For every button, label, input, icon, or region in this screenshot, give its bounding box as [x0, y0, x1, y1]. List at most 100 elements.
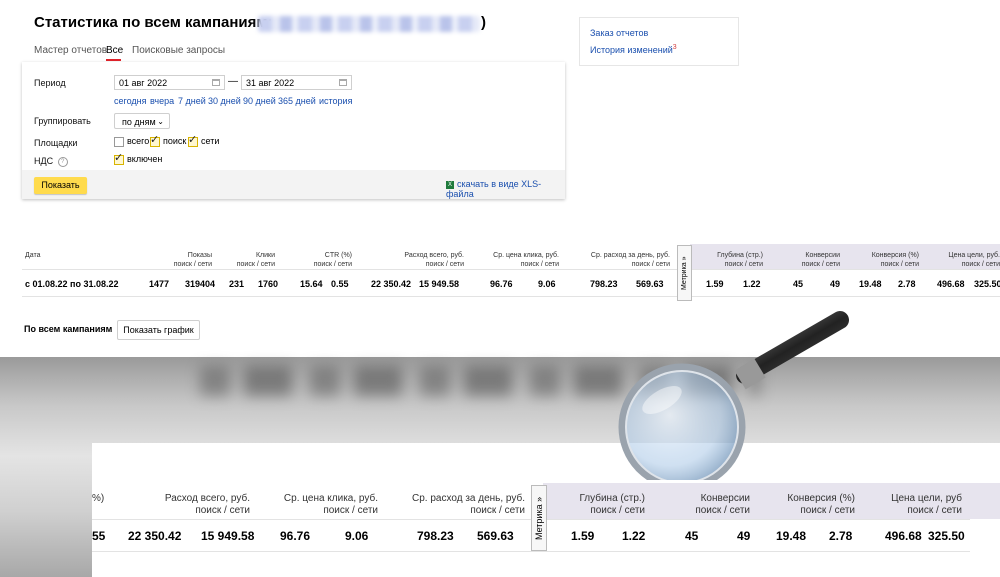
order-reports-link[interactable]: Заказ отчетов — [590, 28, 648, 38]
header-cpc-sub: поиск / сети — [520, 261, 559, 268]
header-clicks-title: Клики — [255, 252, 275, 259]
header-date[interactable]: Дата — [25, 251, 41, 260]
cell-daily-search: 798.23 — [590, 279, 618, 289]
show-chart-button[interactable]: Показать график — [117, 320, 200, 340]
zoom-cell-conv-search: 45 — [685, 529, 699, 543]
excel-icon: X — [446, 180, 454, 189]
quick-range-yesterday[interactable]: вчера — [150, 96, 174, 106]
cell-cpc-search: 96.76 — [490, 279, 513, 289]
tab-search-queries[interactable]: Поисковые запросы — [132, 45, 225, 56]
magnifier-icon — [618, 311, 849, 480]
header-shows-sub: поиск / сети — [173, 261, 212, 268]
nds-value-label: включен — [127, 154, 163, 164]
place-networks-checkbox[interactable]: сети — [188, 133, 220, 147]
zoom-header-daily-title: Ср. расход за день, руб. — [412, 493, 525, 504]
zoom-header-conv-rate: Конверсия (%) поиск / сети — [778, 493, 855, 517]
checkbox-icon — [114, 136, 124, 147]
zoom-header-depth-sub: поиск / сети — [590, 505, 645, 516]
date-from-input[interactable]: 01 авг 2022 — [114, 75, 225, 90]
zoom-header-depth-title: Глубина (стр.) — [579, 493, 645, 504]
date-from-value: 01 авг 2022 — [119, 78, 168, 88]
header-depth[interactable]: Глубина (стр.) поиск / сети — [702, 251, 763, 269]
date-to-input[interactable]: 31 авг 2022 — [241, 75, 352, 90]
download-xls-link[interactable]: Xскачать в виде XLS-файла — [446, 179, 565, 199]
active-tab-indicator — [106, 59, 121, 61]
header-daily-sub: поиск / сети — [631, 261, 670, 268]
tab-all[interactable]: Все — [106, 45, 123, 56]
cell-depth-networks: 1.22 — [743, 279, 761, 289]
stats-table: Дата Показы поиск / сети Клики поиск / сет… — [22, 244, 1000, 301]
cell-clicks-networks: 1760 — [258, 279, 279, 289]
zoom-header-conv-sub: поиск / сети — [695, 505, 750, 516]
zoom-cell-cpc-networks: 9.06 — [345, 529, 369, 543]
header-conv-title: Конверсии — [805, 252, 840, 259]
nds-label: НДС ? — [34, 156, 68, 167]
zoom-header-goal-cost: Цена цели, руб поиск / сети — [882, 493, 962, 517]
chevron-down-icon: ⌄ — [157, 117, 164, 126]
cell-conv-networks: 49 — [830, 279, 841, 289]
tab-report-master[interactable]: Мастер отчетов — [34, 45, 107, 56]
quick-range-30-days[interactable]: 30 дней — [208, 96, 241, 106]
cell-depth-search: 1.59 — [706, 279, 724, 289]
change-history-link[interactable]: История изменений3 — [590, 44, 677, 55]
header-conversions[interactable]: Конверсии поиск / сети — [784, 251, 840, 269]
quick-range-90-days[interactable]: 90 дней — [243, 96, 276, 106]
header-clicks[interactable]: Клики поиск / сети — [232, 251, 275, 269]
header-conversion-rate[interactable]: Конверсия (%) поиск / сети — [858, 251, 919, 269]
group-by-select[interactable]: по дням ⌄ — [114, 113, 170, 129]
header-cpc-title: Ср. цена клика, руб. — [493, 252, 559, 259]
header-cpc[interactable]: Ср. цена клика, руб. поиск / сети — [477, 251, 559, 269]
header-daily-title: Ср. расход за день, руб. — [590, 252, 670, 259]
cell-spend-search: 22 350.42 — [371, 279, 412, 289]
title-paren: ) — [481, 14, 486, 31]
metrika-toggle[interactable]: Метрика » — [677, 245, 692, 301]
show-button[interactable]: Показать — [34, 177, 87, 194]
side-panel: Заказ отчетов История изменений3 — [579, 17, 739, 66]
page-title: Статистика по всем кампаниям: — [34, 14, 273, 31]
zoom-cell-depth-search: 1.59 — [571, 529, 595, 543]
zoom-header-daily: Ср. расход за день, руб. поиск / сети — [403, 493, 525, 517]
place-networks-label: сети — [201, 136, 220, 146]
header-spend[interactable]: Расход всего, руб. поиск / сети — [382, 251, 464, 269]
cell-clicks-search: 231 — [229, 279, 245, 289]
cell-ctr-search: 15.64 — [300, 279, 323, 289]
cell-shows-search: 1477 — [149, 279, 170, 289]
zoom-metrika-toggle: Метрика » — [531, 485, 547, 551]
date-to-value: 31 авг 2022 — [246, 78, 295, 88]
calendar-icon[interactable] — [212, 79, 220, 86]
zoom-header-conv: Конверсии поиск / сети — [678, 493, 750, 517]
header-shows[interactable]: Показы поиск / сети — [172, 251, 212, 269]
zoom-cell-daily-networks: 569.63 — [477, 529, 514, 543]
place-all-checkbox[interactable]: всего — [114, 136, 149, 147]
quick-range-today[interactable]: сегодня — [114, 96, 147, 106]
help-icon[interactable]: ? — [57, 156, 68, 167]
filter-form: Период 01 авг 2022 — 31 авг 2022 сегодня… — [22, 62, 565, 199]
place-search-checkbox[interactable]: поиск — [150, 133, 187, 147]
zoom-header-spend-title: Расход всего, руб. — [164, 493, 250, 504]
place-search-label: поиск — [163, 136, 187, 146]
quick-range-history[interactable]: история — [319, 96, 352, 106]
header-conv-rate-sub: поиск / сети — [880, 261, 919, 268]
nds-checkbox[interactable]: включен — [114, 151, 163, 165]
header-goal-cost-title: Цена цели, руб. — [948, 252, 1000, 259]
divider — [22, 296, 1000, 297]
checkmark-icon — [150, 133, 160, 147]
header-conv-rate-title: Конверсия (%) — [871, 252, 919, 259]
cell-shows-networks: 319404 — [185, 279, 216, 289]
header-ctr[interactable]: CTR (%) поиск / сети — [302, 251, 352, 269]
cell-conv-search: 45 — [793, 279, 804, 289]
header-goal-cost-sub: поиск / сети — [961, 261, 1000, 268]
zoom-header-spend-sub: поиск / сети — [195, 505, 250, 516]
cell-ctr-networks: 0.55 — [331, 279, 349, 289]
calendar-icon[interactable] — [339, 79, 347, 86]
zoom-header-conv-rate-title: Конверсия (%) — [787, 493, 855, 504]
header-goal-cost[interactable]: Цена цели, руб. поиск / сети — [934, 251, 1000, 269]
header-daily-spend[interactable]: Ср. расход за день, руб. поиск / сети — [572, 251, 670, 269]
cell-conv-rate-networks: 2.78 — [898, 279, 916, 289]
quick-range-365-days[interactable]: 365 дней — [278, 96, 316, 106]
zoom-header-depth: Глубина (стр.) поиск / сети — [570, 493, 645, 517]
quick-range-7-days[interactable]: 7 дней — [178, 96, 206, 106]
zoom-cell-cpc-search: 96.76 — [280, 529, 311, 543]
divider — [92, 551, 970, 552]
header-shows-title: Показы — [187, 252, 212, 259]
